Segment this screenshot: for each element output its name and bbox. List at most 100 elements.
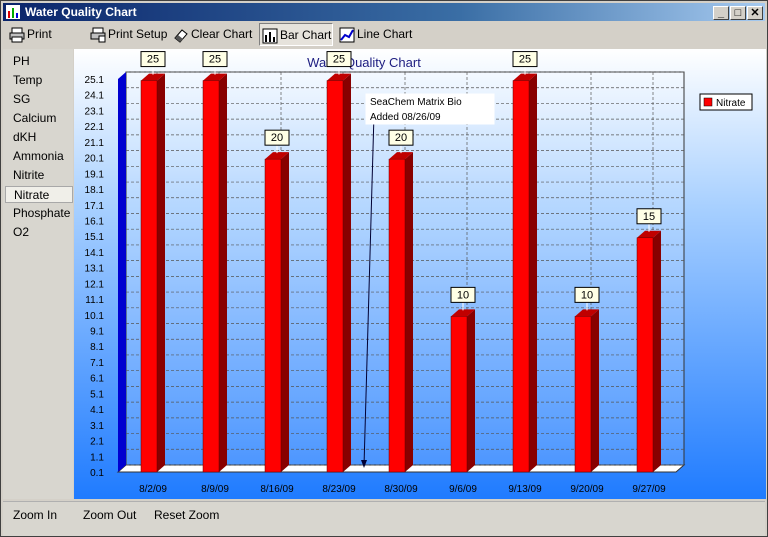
y-tick-label: 18.1 <box>85 185 105 196</box>
sidebar-item-phosphate[interactable]: Phosphate <box>5 205 73 222</box>
y-tick-label: 6.1 <box>90 374 104 385</box>
y-tick-label: 11.1 <box>85 295 104 306</box>
close-button[interactable]: ✕ <box>747 6 763 20</box>
annotation-text: Added 08/26/09 <box>370 112 441 123</box>
y-tick-label: 21.1 <box>85 138 105 149</box>
bar-side-face <box>157 73 165 473</box>
sidebar-item-o2[interactable]: O2 <box>5 224 73 241</box>
bar <box>512 80 530 473</box>
data-label: 10 <box>581 289 593 301</box>
y-tick-label: 9.1 <box>90 327 104 338</box>
clear-chart-button[interactable]: Clear Chart <box>171 23 252 46</box>
title-bar[interactable]: Water Quality Chart _ □ ✕ <box>3 3 765 21</box>
bar-chart-button[interactable]: Bar Chart <box>259 23 333 46</box>
zoom-in-button[interactable]: Zoom In <box>13 508 57 522</box>
bar <box>326 80 344 473</box>
app-window: Water Quality Chart _ □ ✕ Print Print Se… <box>0 0 768 537</box>
y-tick-label: 24.1 <box>85 91 105 102</box>
line-chart-icon <box>339 27 355 43</box>
x-tick-label: 8/30/09 <box>384 484 418 495</box>
sidebar-item-temp[interactable]: Temp <box>5 72 73 89</box>
zoom-bar: Zoom In Zoom Out Reset Zoom <box>3 501 765 536</box>
printer-icon <box>9 27 25 43</box>
y-tick-label: 12.1 <box>85 279 105 290</box>
x-tick-label: 8/16/09 <box>260 484 294 495</box>
legend-swatch <box>703 97 713 107</box>
line-chart-button[interactable]: Line Chart <box>337 23 412 46</box>
toolbar: Print Print Setup Clear Chart Bar Chart … <box>3 22 765 48</box>
y-tick-label: 14.1 <box>85 248 105 259</box>
bar <box>450 316 468 473</box>
y-tick-label: 5.1 <box>90 389 104 400</box>
y-tick-label: 0.1 <box>90 468 104 479</box>
chart-app-icon <box>6 5 20 19</box>
print-button[interactable]: Print <box>7 23 52 46</box>
y-tick-label: 20.1 <box>85 154 105 165</box>
y-tick-label: 4.1 <box>90 405 104 416</box>
y-tick-label: 17.1 <box>85 201 105 212</box>
bar <box>264 158 282 473</box>
data-label: 10 <box>457 289 469 301</box>
bar-side-face <box>405 152 413 472</box>
maximize-button[interactable]: □ <box>730 6 746 20</box>
bar-side-face <box>467 309 475 472</box>
window-title: Water Quality Chart <box>25 5 137 19</box>
parameter-list: PH Temp SG Calcium dKH Ammonia Nitrite N… <box>3 49 73 499</box>
bar-side-face <box>653 230 661 472</box>
sidebar-item-dkh[interactable]: dKH <box>5 129 73 146</box>
data-label: 25 <box>209 54 221 66</box>
y-tick-label: 10.1 <box>85 311 105 322</box>
print-setup-button[interactable]: Print Setup <box>88 23 167 46</box>
zoom-out-button[interactable]: Zoom Out <box>83 508 136 522</box>
sidebar-item-ammonia[interactable]: Ammonia <box>5 148 73 165</box>
bar-side-face <box>281 152 289 472</box>
sidebar-item-nitrite[interactable]: Nitrite <box>5 167 73 184</box>
bar-side-face <box>591 309 599 472</box>
eraser-icon <box>174 29 188 43</box>
minimize-button[interactable]: _ <box>713 6 729 20</box>
y-tick-label: 16.1 <box>85 216 105 227</box>
print-label: Print <box>27 27 52 41</box>
data-label: 25 <box>147 54 159 66</box>
y-tick-label: 23.1 <box>85 106 105 117</box>
data-label: 25 <box>519 54 531 66</box>
bar <box>574 316 592 473</box>
nitrate-bar-chart[interactable]: Water Quality Chart 0.1 1.1 2.1 3.1 4.1 5.1 6.… <box>74 49 766 499</box>
reset-zoom-button[interactable]: Reset Zoom <box>154 508 219 522</box>
x-tick-label: 8/2/09 <box>139 484 167 495</box>
plot-left-wall <box>118 72 126 472</box>
bar <box>140 80 158 473</box>
sidebar-item-sg[interactable]: SG <box>5 91 73 108</box>
y-tick-label: 7.1 <box>90 358 104 369</box>
x-tick-label: 9/27/09 <box>632 484 666 495</box>
legend-label: Nitrate <box>716 98 746 109</box>
data-label: 20 <box>271 132 283 144</box>
bar-side-face <box>219 73 227 473</box>
y-tick-label: 8.1 <box>90 342 104 353</box>
line-chart-label: Line Chart <box>357 27 413 41</box>
print-setup-icon <box>90 27 106 43</box>
data-label: 25 <box>333 54 345 66</box>
bar <box>388 158 406 473</box>
y-tick-label: 2.1 <box>90 437 104 448</box>
x-tick-label: 9/20/09 <box>570 484 604 495</box>
x-tick-label: 8/23/09 <box>322 484 356 495</box>
sidebar-item-ph[interactable]: PH <box>5 53 73 70</box>
bar-side-face <box>529 73 537 473</box>
y-tick-label: 15.1 <box>85 232 105 243</box>
sidebar-item-calcium[interactable]: Calcium <box>5 110 73 127</box>
data-label: 20 <box>395 132 407 144</box>
chart-panel: Water Quality Chart 0.1 1.1 2.1 3.1 4.1 5.1 6.… <box>74 49 766 499</box>
bar-side-face <box>343 73 351 473</box>
bar <box>202 80 220 473</box>
chart-title: Water Quality Chart <box>307 55 421 70</box>
y-tick-label: 1.1 <box>90 452 104 463</box>
bar <box>636 237 654 473</box>
y-tick-label: 19.1 <box>85 169 105 180</box>
data-label: 15 <box>643 211 655 223</box>
sidebar-item-nitrate[interactable]: Nitrate <box>5 186 73 203</box>
bar-chart-label: Bar Chart <box>280 28 332 42</box>
annotation-text: SeaChem Matrix Bio <box>370 97 462 108</box>
bar-chart-icon <box>262 28 278 44</box>
y-tick-label: 22.1 <box>85 122 105 133</box>
